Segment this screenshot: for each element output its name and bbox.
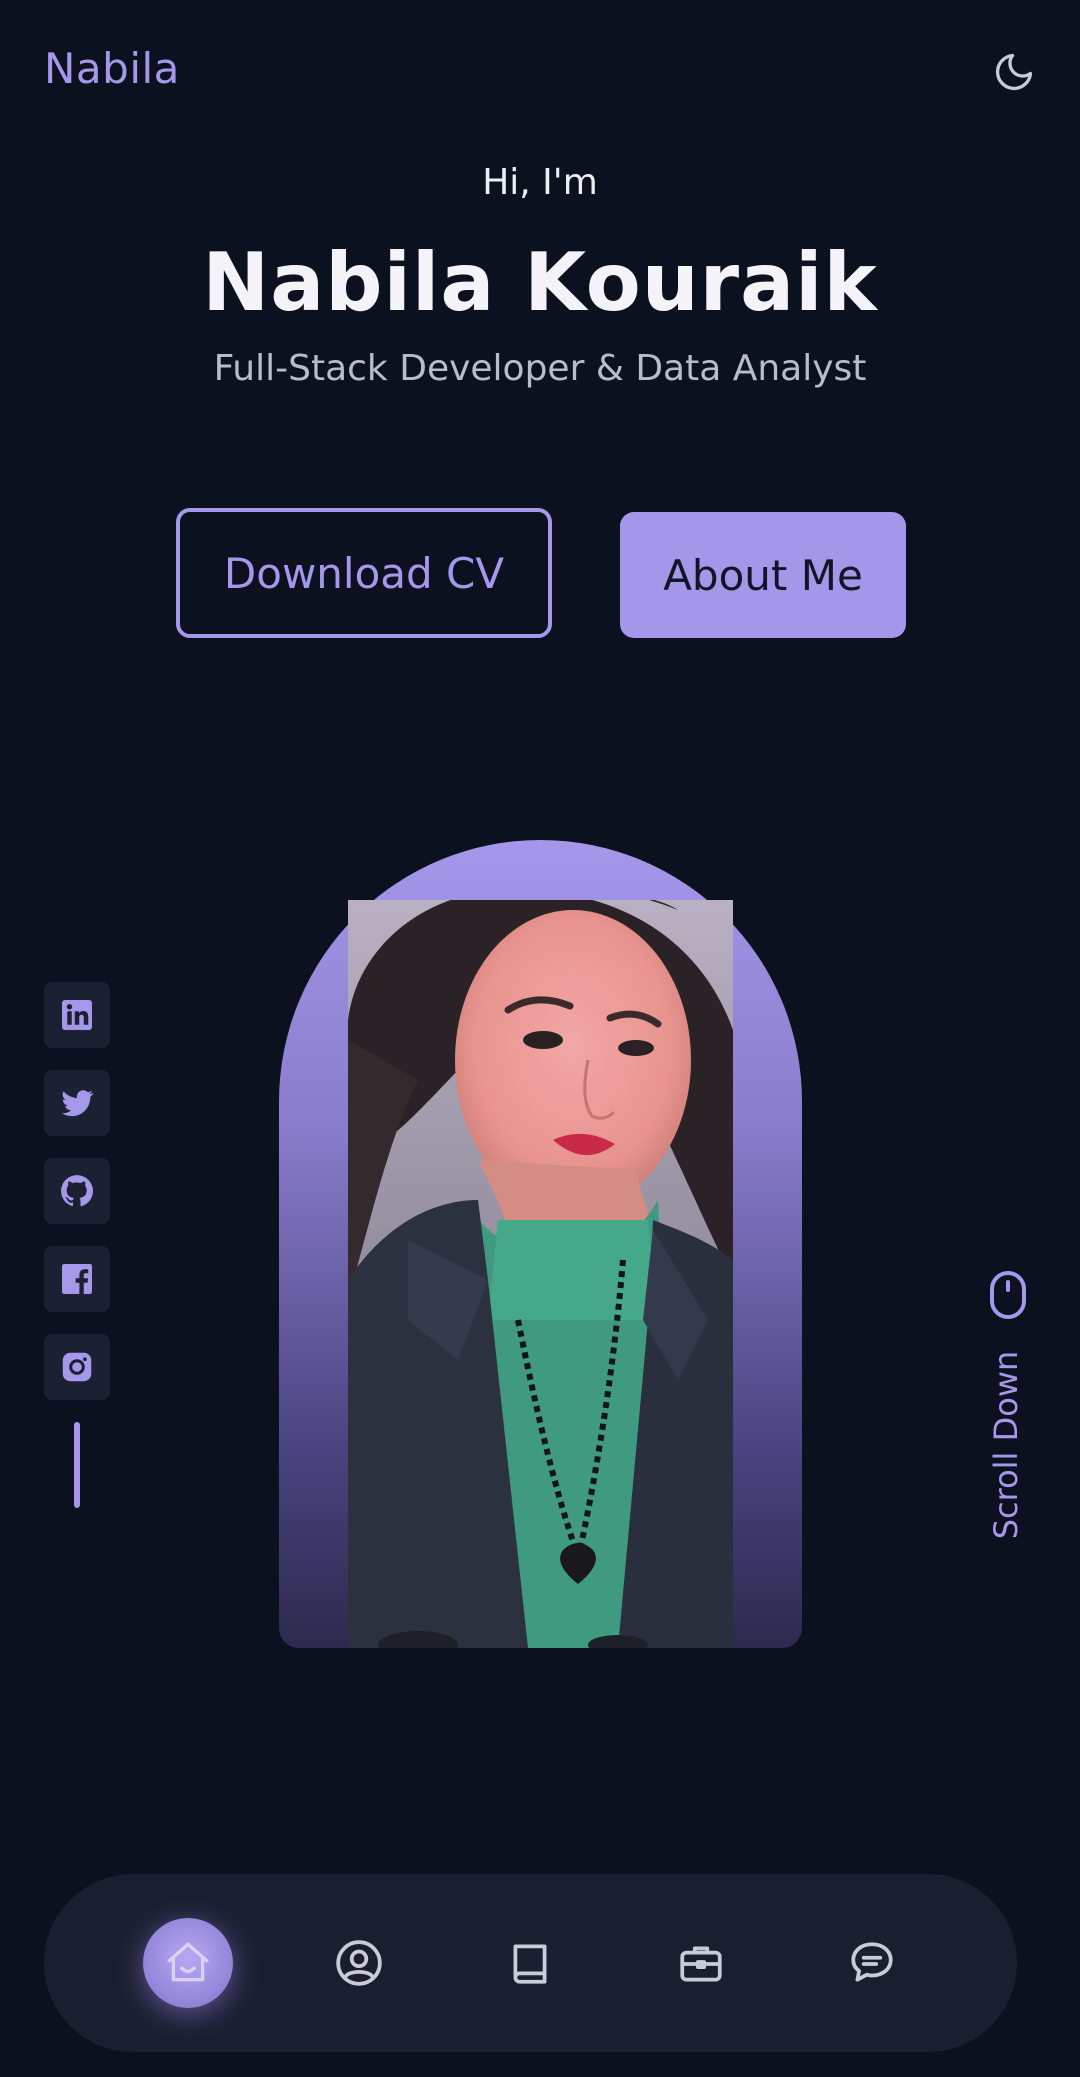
profile-photo <box>348 900 733 1648</box>
twitter-icon <box>61 1090 94 1117</box>
social-link-github[interactable] <box>44 1158 110 1224</box>
hero-name: Nabila Kouraik <box>202 236 878 329</box>
hero-greeting: Hi, I'm <box>482 162 598 203</box>
user-icon <box>336 1940 382 1986</box>
home-icon <box>167 1942 209 1982</box>
book-icon <box>513 1944 547 1984</box>
about-me-button[interactable]: About Me <box>620 512 906 638</box>
nav-contact[interactable] <box>827 1918 917 2008</box>
chat-icon <box>851 1942 893 1982</box>
social-link-linkedin[interactable] <box>44 982 110 1048</box>
hero-role: Full-Stack Developer & Data Analyst <box>213 348 867 389</box>
social-link-twitter[interactable] <box>44 1070 110 1136</box>
brand-logo[interactable]: Nabila <box>44 44 180 93</box>
social-link-instagram[interactable] <box>44 1334 110 1400</box>
nav-home[interactable] <box>143 1918 233 2008</box>
moon-icon <box>995 53 1033 91</box>
scroll-down-link[interactable] <box>988 1270 1028 1324</box>
social-links <box>44 982 110 1508</box>
nav-skills[interactable] <box>485 1918 575 2008</box>
github-icon <box>61 1175 93 1207</box>
download-cv-button[interactable]: Download CV <box>176 508 552 638</box>
nav-about[interactable] <box>314 1918 404 2008</box>
bottom-nav <box>44 1874 1017 2052</box>
briefcase-icon <box>680 1946 722 1982</box>
mouse-icon <box>990 1271 1026 1319</box>
nav-portfolio[interactable] <box>656 1918 746 2008</box>
instagram-icon <box>62 1352 92 1382</box>
scroll-down-label[interactable]: Scroll Down <box>987 1351 1025 1540</box>
social-divider-line <box>74 1422 80 1508</box>
facebook-icon <box>62 1264 92 1294</box>
social-link-facebook[interactable] <box>44 1246 110 1312</box>
theme-toggle-button[interactable] <box>992 50 1036 94</box>
linkedin-icon <box>62 1000 92 1030</box>
